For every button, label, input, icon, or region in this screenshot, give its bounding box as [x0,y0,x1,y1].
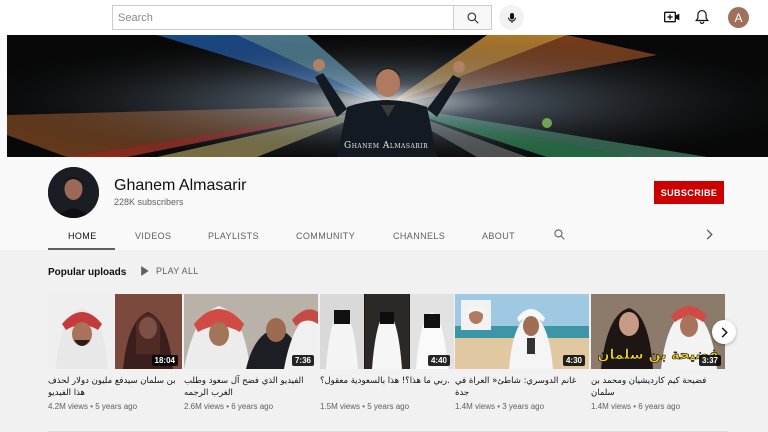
tab-channels[interactable]: CHANNELS [393,231,445,241]
banner-art [7,35,768,157]
video-duration: 18:04 [151,355,178,366]
video-thumbnail[interactable]: 4:30 [455,294,589,369]
banner-caption: Ghanem Almasarir [344,141,429,151]
chevron-right-icon [706,229,713,240]
play-all-label: PLAY ALL [156,266,199,276]
shelf-next-button[interactable] [712,320,736,344]
microphone-icon [507,12,516,23]
search-icon [554,229,565,240]
video-thumbnail[interactable]: 18:04 [48,294,182,369]
channel-tabs: HOME VIDEOS PLAYLISTS COMMUNITY CHANNELS… [0,227,768,250]
channel-home-content: Popular uploads PLAY ALL 18:04 بن سلمان … [0,250,768,432]
video-meta: 1.4M views • 3 years ago [455,402,545,411]
play-all-button[interactable]: PLAY ALL [140,266,199,276]
channel-name: Ghanem Almasarir [114,177,247,194]
search-box[interactable] [112,5,454,30]
video-duration: 4:30 [562,355,585,366]
video-meta: 4.2M views • 5 years ago [48,402,138,411]
channel-search-button[interactable] [553,228,566,243]
create-video-button[interactable] [663,8,681,26]
bell-icon [695,9,709,24]
tab-about[interactable]: ABOUT [482,231,515,241]
video-camera-plus-icon [664,11,680,23]
masthead: A [0,0,768,35]
tab-home[interactable]: HOME [68,231,97,241]
tabs-scroll-right-button[interactable] [705,229,713,242]
video-thumbnail[interactable]: فضيحة بن سلمان 3:37 [591,294,725,369]
channel-banner: Ghanem Almasarir [7,35,768,157]
tab-playlists[interactable]: PLAYLISTS [208,231,259,241]
video-title[interactable]: .ربي ما هذا؟! هذا بالسعودية معقول؟ [320,375,454,399]
video-title[interactable]: غانم الدوسري: شاطئ« العراة في جدة [455,375,589,399]
video-title[interactable]: فضيحة كيم كارديشيان ومحمد بن سلمان [591,375,725,399]
account-avatar[interactable]: A [728,7,749,28]
video-card[interactable]: فضيحة بن سلمان 3:37 فضيحة كيم كارديشيان … [591,294,725,411]
section-title[interactable]: Popular uploads [48,267,126,278]
video-meta: 1.5M views • 5 years ago [320,402,410,411]
video-duration: 3:37 [698,355,721,366]
play-icon [141,266,149,276]
tab-community[interactable]: COMMUNITY [296,231,355,241]
video-card[interactable]: 18:04 بن سلمان سيدفع مليون دولار لحذف هذ… [48,294,182,411]
search-input[interactable] [113,6,453,29]
channel-avatar-image [48,167,99,218]
video-title[interactable]: بن سلمان سيدفع مليون دولار لحذف هذا الفي… [48,375,182,399]
channel-header: Ghanem Almasarir 228K subscribers SUBSCR… [0,157,768,250]
search-icon [466,11,479,24]
video-meta: 2.6M views • 6 years ago [184,402,274,411]
video-thumbnail[interactable]: 4:40 [320,294,454,369]
video-card[interactable]: 4:40 .ربي ما هذا؟! هذا بالسعودية معقول؟ … [320,294,454,411]
tab-videos[interactable]: VIDEOS [135,231,171,241]
voice-search-button[interactable] [499,5,524,30]
video-meta: 1.4M views • 6 years ago [591,402,681,411]
channel-avatar[interactable] [48,167,99,218]
subscriber-count: 228K subscribers [114,197,184,207]
chevron-right-icon [721,326,728,338]
video-thumbnail[interactable]: 7:36 [184,294,318,369]
video-duration: 7:36 [291,355,314,366]
search-button[interactable] [453,5,492,30]
video-card[interactable]: 4:30 غانم الدوسري: شاطئ« العراة في جدة 1… [455,294,589,411]
video-title[interactable]: الفيديو الذي فضح آل سعود وطلب الغرب الرج… [184,375,318,399]
video-duration: 4:40 [427,355,450,366]
video-card[interactable]: 7:36 الفيديو الذي فضح آل سعود وطلب الغرب… [184,294,318,411]
subscribe-button[interactable]: SUBSCRIBE [654,181,724,204]
notifications-button[interactable] [693,8,711,26]
